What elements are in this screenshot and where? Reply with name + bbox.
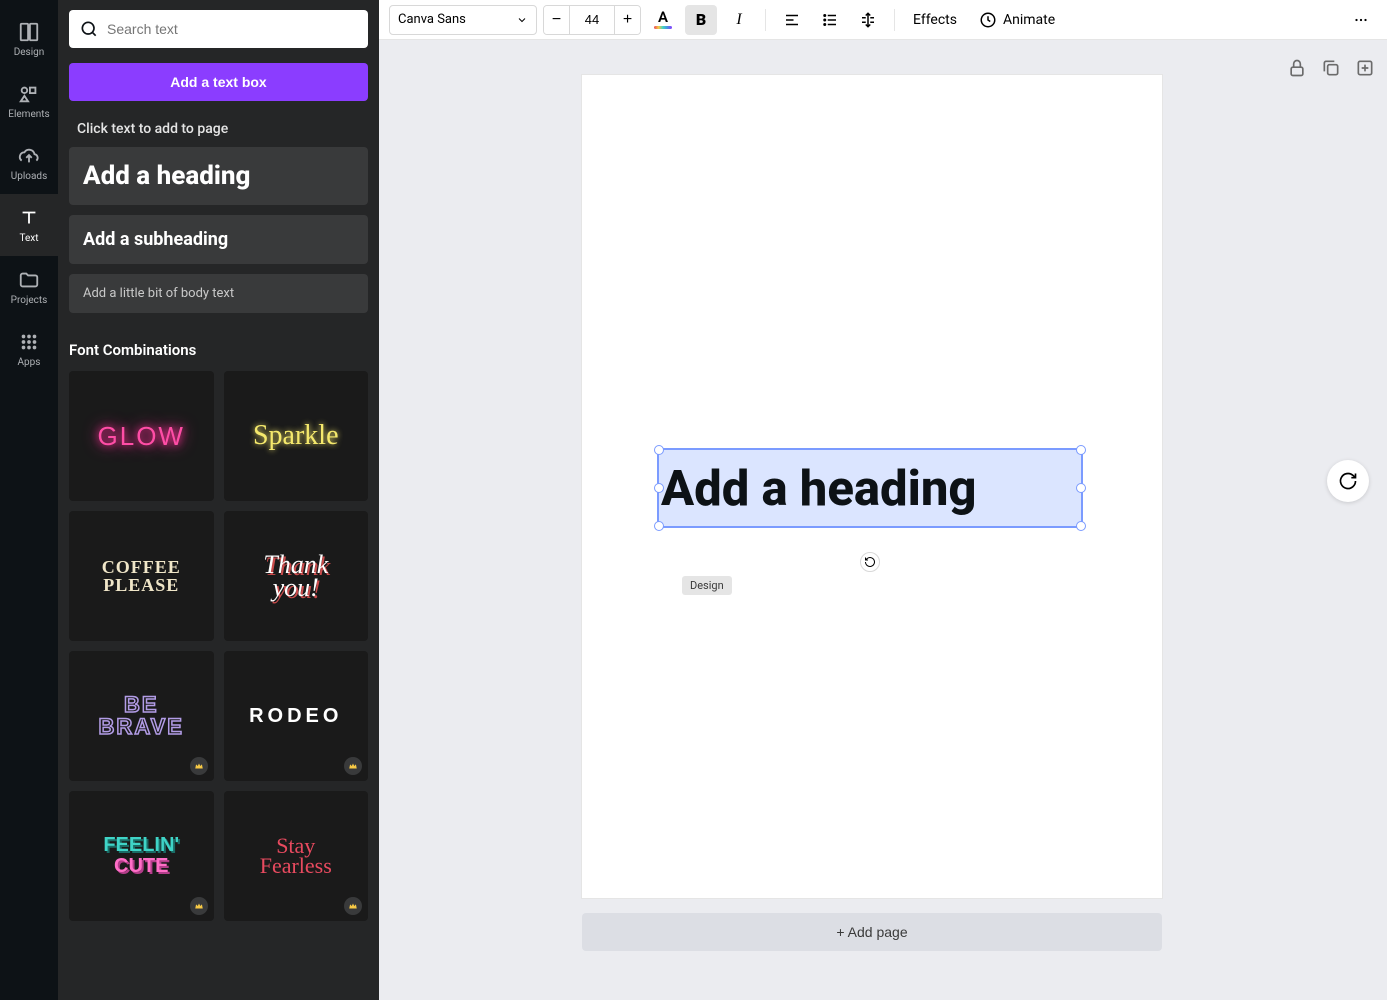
uploads-icon: [18, 145, 40, 167]
combo-brave[interactable]: BEBRAVE: [69, 651, 214, 781]
combo-feelin[interactable]: FEELIN'CUTE: [69, 791, 214, 921]
search-icon: [79, 19, 99, 39]
text-side-panel: Add a text box Click text to add to page…: [58, 0, 379, 1000]
combo-glow[interactable]: GLOW: [69, 371, 214, 501]
resize-handle-tl[interactable]: [654, 445, 664, 455]
add-text-box-button[interactable]: Add a text box: [69, 63, 368, 101]
rotate-icon: [864, 556, 876, 568]
crown-icon: [344, 897, 362, 915]
rainbow-underline: [654, 26, 672, 29]
regenerate-button[interactable]: [1327, 460, 1369, 502]
refresh-icon: [1338, 471, 1358, 491]
add-page-icon[interactable]: [1355, 58, 1375, 78]
nav-design[interactable]: Design: [0, 8, 58, 70]
combo-thankyou[interactable]: Thankyou!: [224, 511, 369, 641]
rotate-handle[interactable]: [860, 552, 880, 572]
duplicate-page-icon[interactable]: [1321, 58, 1341, 78]
add-heading-option[interactable]: Add a heading: [69, 147, 368, 205]
add-body-text-option[interactable]: Add a little bit of body text: [69, 274, 368, 313]
resize-handle-tr[interactable]: [1076, 445, 1086, 455]
nav-projects-label: Projects: [11, 295, 48, 306]
font-family-select[interactable]: Canva Sans: [389, 5, 537, 35]
nav-text[interactable]: Text: [0, 194, 58, 256]
nav-design-label: Design: [14, 47, 45, 58]
combo-fearless[interactable]: StayFearless: [224, 791, 369, 921]
combo-coffee-text: COFFEEPLEASE: [102, 558, 181, 594]
crown-icon: [344, 757, 362, 775]
combo-coffee[interactable]: COFFEEPLEASE: [69, 511, 214, 641]
nav-projects[interactable]: Projects: [0, 256, 58, 318]
spacing-button[interactable]: [852, 5, 884, 35]
text-element-content[interactable]: Add a heading: [659, 464, 979, 513]
text-toolbar: Canva Sans − + A B I Effects Animate: [379, 0, 1387, 40]
font-size-input[interactable]: [570, 12, 614, 27]
nav-elements[interactable]: Elements: [0, 70, 58, 132]
canvas-page[interactable]: Add a heading Design: [582, 75, 1162, 898]
crown-icon: [190, 757, 208, 775]
font-size-decrease[interactable]: −: [544, 6, 570, 34]
combo-rodeo-text: RODEO: [249, 705, 342, 728]
font-combinations-grid: GLOW Sparkle COFFEEPLEASE Thankyou! BEBR…: [69, 371, 368, 921]
click-instruction: Click text to add to page: [69, 121, 368, 137]
elements-icon: [18, 83, 40, 105]
selected-text-element[interactable]: Add a heading: [657, 448, 1083, 528]
nav-text-label: Text: [19, 233, 38, 244]
font-color-button[interactable]: A: [647, 5, 679, 35]
list-button[interactable]: [814, 5, 846, 35]
search-input[interactable]: [107, 21, 358, 37]
bold-button[interactable]: B: [685, 5, 717, 35]
font-size-increase[interactable]: +: [614, 6, 640, 34]
nav-apps-label: Apps: [18, 357, 41, 368]
font-color-letter: A: [658, 10, 668, 25]
resize-handle-ml[interactable]: [654, 483, 664, 493]
projects-icon: [18, 269, 40, 291]
chevron-down-icon: [516, 14, 528, 26]
font-family-value: Canva Sans: [398, 12, 466, 27]
more-options-button[interactable]: [1345, 5, 1377, 35]
combo-fearless-text: StayFearless: [260, 836, 332, 876]
design-icon: [18, 21, 40, 43]
lock-icon[interactable]: [1287, 58, 1307, 78]
combo-glow-text: GLOW: [98, 421, 185, 452]
nav-uploads[interactable]: Uploads: [0, 132, 58, 194]
resize-handle-bl[interactable]: [654, 521, 664, 531]
font-size-group: − +: [543, 5, 641, 35]
alignment-button[interactable]: [776, 5, 808, 35]
nav-uploads-label: Uploads: [11, 171, 47, 182]
toolbar-divider: [765, 9, 766, 31]
apps-icon: [18, 331, 40, 353]
combo-thankyou-text: Thankyou!: [263, 553, 328, 600]
design-tooltip: Design: [682, 576, 732, 595]
crown-icon: [190, 897, 208, 915]
animate-label: Animate: [1003, 12, 1055, 28]
animate-button[interactable]: Animate: [971, 5, 1063, 35]
effects-button[interactable]: Effects: [905, 5, 965, 35]
nav-rail: Design Elements Uploads Text Projects Ap…: [0, 0, 58, 1000]
animate-icon: [979, 11, 997, 29]
combo-rodeo[interactable]: RODEO: [224, 651, 369, 781]
resize-handle-br[interactable]: [1076, 521, 1086, 531]
canvas-area[interactable]: Add a heading Design + Add page: [379, 40, 1387, 1000]
combo-sparkle-text: Sparkle: [253, 420, 339, 452]
combo-feelin-text: FEELIN'CUTE: [103, 835, 179, 877]
nav-apps[interactable]: Apps: [0, 318, 58, 380]
nav-elements-label: Elements: [8, 109, 49, 120]
search-container: [69, 10, 368, 48]
add-subheading-option[interactable]: Add a subheading: [69, 215, 368, 264]
font-combinations-title: Font Combinations: [69, 341, 368, 359]
combo-sparkle[interactable]: Sparkle: [224, 371, 369, 501]
italic-button[interactable]: I: [723, 5, 755, 35]
editor-main: Canva Sans − + A B I Effects Animate: [379, 0, 1387, 1000]
toolbar-divider: [894, 9, 895, 31]
text-icon: [18, 207, 40, 229]
combo-brave-text: BEBRAVE: [99, 694, 184, 738]
resize-handle-mr[interactable]: [1076, 483, 1086, 493]
page-actions: [1287, 58, 1375, 78]
add-page-button[interactable]: + Add page: [582, 913, 1162, 951]
